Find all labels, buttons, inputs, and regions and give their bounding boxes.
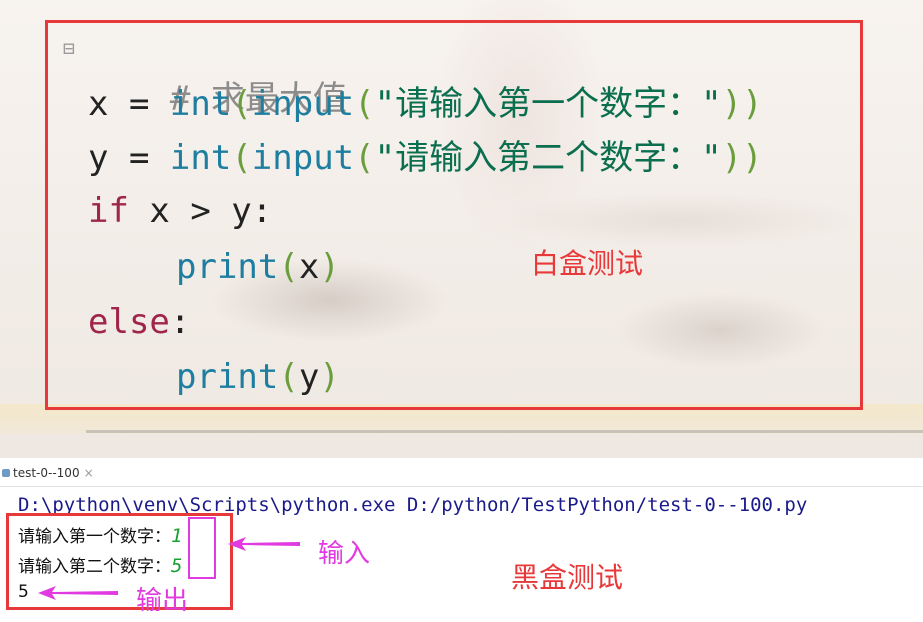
input-values-highlight (188, 517, 216, 579)
input-arrow-icon (228, 537, 300, 551)
run-tab-label: test-0--100 (13, 466, 80, 480)
editor-bottom-border (86, 430, 923, 433)
white-box-label: 白盒测试 (531, 247, 644, 280)
tab-divider (0, 486, 923, 487)
white-box-highlight (45, 20, 863, 410)
run-tab[interactable]: test-0--100 × (0, 462, 94, 484)
black-box-label: 黑盒测试 (511, 561, 624, 594)
python-icon (2, 469, 10, 477)
close-icon[interactable]: × (84, 466, 94, 480)
output-arrow-icon (38, 586, 118, 600)
input-label: 输入 (318, 539, 371, 569)
output-label: 输出 (136, 586, 189, 616)
